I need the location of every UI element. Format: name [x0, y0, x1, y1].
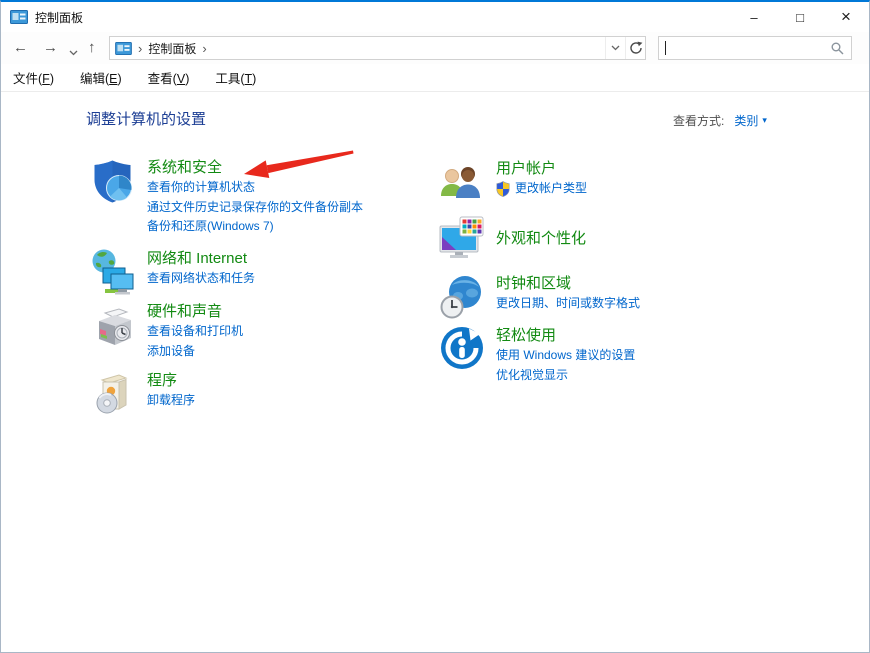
category-title[interactable]: 外观和个性化 — [496, 229, 586, 249]
category-title[interactable]: 系统和安全 — [147, 158, 363, 178]
menu-bar: 文件(F) 编辑(E) 查看(V) 工具(T) — [1, 64, 869, 92]
view-by-dropdown[interactable]: 查看方式: 类别 ▾ — [673, 112, 767, 129]
breadcrumb-chevron[interactable]: › — [138, 41, 142, 56]
task-link[interactable]: 通过文件历史记录保存你的文件备份副本 — [147, 198, 363, 218]
task-link[interactable]: 查看设备和打印机 — [147, 322, 243, 342]
breadcrumb[interactable]: 控制面板 — [148, 40, 196, 57]
network-internet-icon[interactable] — [89, 248, 137, 296]
category-user-accounts: 用户帐户 — [438, 158, 587, 206]
category-hardware-sound: 硬件和声音 查看设备和打印机 添加设备 — [89, 301, 243, 361]
category-ease-of-access: 轻松使用 使用 Windows 建议的设置 优化视觉显示 — [438, 325, 635, 385]
task-link[interactable]: 更改日期、时间或数字格式 — [496, 294, 640, 314]
menu-file[interactable]: 文件(F) — [11, 65, 56, 90]
minimize-button[interactable]: – — [731, 2, 777, 32]
task-link[interactable]: 查看你的计算机状态 — [147, 178, 363, 198]
forward-icon[interactable]: → — [43, 37, 58, 59]
category-system-security: 系统和安全 查看你的计算机状态 通过文件历史记录保存你的文件备份副本 备份和还原… — [89, 157, 363, 237]
close-button[interactable]: × — [823, 2, 869, 32]
task-link[interactable]: 查看网络状态和任务 — [147, 269, 255, 289]
appearance-personalization-icon[interactable] — [438, 214, 486, 262]
category-title[interactable]: 硬件和声音 — [147, 302, 243, 322]
control-panel-icon — [115, 42, 132, 55]
category-title[interactable]: 轻松使用 — [496, 326, 635, 346]
category-clock-region: 时钟和区域 更改日期、时间或数字格式 — [438, 273, 640, 321]
task-link[interactable]: 更改帐户类型 — [515, 179, 587, 199]
breadcrumb-chevron[interactable]: › — [202, 41, 206, 56]
view-by-label: 查看方式: — [673, 112, 724, 129]
category-appearance-personalization: 外观和个性化 — [438, 214, 586, 262]
title-bar: 控制面板 – □ × — [1, 2, 869, 32]
address-dropdown-icon[interactable] — [605, 37, 625, 59]
category-title[interactable]: 时钟和区域 — [496, 274, 640, 294]
page-title: 调整计算机的设置 — [86, 108, 206, 129]
maximize-button[interactable]: □ — [777, 2, 823, 32]
menu-view[interactable]: 查看(V) — [146, 65, 192, 90]
programs-icon[interactable] — [89, 370, 137, 418]
category-title[interactable]: 程序 — [147, 371, 195, 391]
search-icon[interactable] — [831, 42, 844, 55]
category-title[interactable]: 网络和 Internet — [147, 249, 255, 269]
navigation-toolbar: ← → ↑ › 控制面板 › — [1, 32, 869, 64]
control-panel-window: 控制面板 – □ × ← → ↑ › 控制面板 › — [0, 0, 870, 653]
user-accounts-icon[interactable] — [438, 158, 486, 206]
refresh-icon[interactable] — [625, 37, 645, 59]
hardware-sound-icon[interactable] — [89, 301, 137, 349]
system-security-icon[interactable] — [89, 157, 137, 205]
search-input[interactable] — [666, 41, 831, 55]
menu-edit[interactable]: 编辑(E) — [78, 65, 124, 90]
history-chevron-icon[interactable] — [69, 41, 78, 63]
task-link[interactable]: 卸载程序 — [147, 391, 195, 411]
clock-region-icon[interactable] — [438, 273, 486, 321]
search-box[interactable] — [658, 36, 852, 60]
control-panel-icon — [10, 10, 28, 24]
category-programs: 程序 卸载程序 — [89, 370, 195, 418]
menu-tools[interactable]: 工具(T) — [213, 65, 258, 90]
task-link[interactable]: 优化视觉显示 — [496, 366, 635, 386]
category-network-internet: 网络和 Internet 查看网络状态和任务 — [89, 248, 255, 296]
task-link[interactable]: 使用 Windows 建议的设置 — [496, 346, 635, 366]
task-link[interactable]: 备份和还原(Windows 7) — [147, 217, 363, 237]
view-by-value[interactable]: 类别 — [734, 112, 758, 129]
up-icon[interactable]: ↑ — [88, 37, 96, 59]
window-title: 控制面板 — [35, 9, 83, 26]
chevron-down-icon: ▾ — [762, 115, 767, 126]
category-title[interactable]: 用户帐户 — [496, 159, 587, 179]
uac-shield-icon — [496, 181, 510, 197]
back-icon[interactable]: ← — [13, 37, 28, 59]
content-area: 调整计算机的设置 查看方式: 类别 ▾ 系统和安全 查看你的计算机状态 通过文件… — [1, 92, 869, 652]
address-bar[interactable]: › 控制面板 › — [109, 36, 646, 60]
task-link[interactable]: 添加设备 — [147, 342, 243, 362]
ease-of-access-icon[interactable] — [438, 325, 486, 373]
